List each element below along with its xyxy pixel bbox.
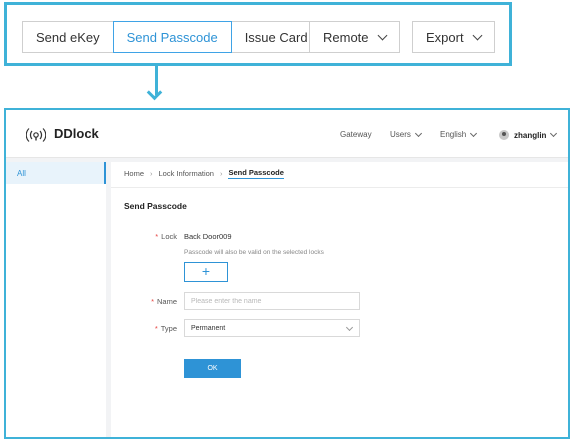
send-tabs-group: Send eKey Send Passcode Issue Card [22,21,322,53]
type-label-text: Type [160,324,177,333]
lock-hint: Passcode will also be valid on the selec… [184,249,324,256]
user-menu[interactable]: zhanglin [499,129,558,140]
chevron-down-icon [377,30,387,40]
ddlock-logo-icon [26,128,46,142]
name-label: * Name [111,297,177,306]
remote-label: Remote [323,29,369,45]
issue-card-button[interactable]: Issue Card [230,21,322,53]
avatar [499,130,509,140]
brand-name: DDlock [54,126,99,141]
send-ekey-button[interactable]: Send eKey [22,21,114,53]
chevron-right-icon: › [150,169,153,178]
arrow-down-icon [146,84,163,101]
divider [111,187,568,188]
chevron-down-icon [550,129,558,138]
lock-value: Back Door009 [184,232,232,241]
sidebar-item-all[interactable]: All [6,162,106,184]
breadcrumb-lock-information[interactable]: Lock Information [159,169,214,178]
app-window: DDlock Gateway Users English zhanglin Al… [4,108,570,439]
nav-users-label: Users [390,130,411,139]
export-dropdown[interactable]: Export [412,21,495,53]
nav-language-label: English [440,130,467,139]
lock-label: * Lock [111,232,177,241]
nav-gateway-label: Gateway [340,130,372,139]
nav-gateway[interactable]: Gateway [340,130,372,139]
name-input[interactable] [184,292,360,310]
type-select-value: Permanent [191,325,226,332]
chevron-down-icon [414,129,422,137]
nav-language[interactable]: English [440,129,478,139]
chevron-down-icon [470,129,478,137]
chevron-down-icon [345,323,354,332]
add-lock-button[interactable]: + [184,262,228,282]
ok-button[interactable]: OK [184,359,241,378]
lock-label-text: Lock [161,232,177,241]
sidebar: All [6,162,106,437]
send-passcode-button[interactable]: Send Passcode [112,21,232,53]
toolbar-callout: Send eKey Send Passcode Issue Card Remot… [4,2,512,66]
breadcrumb-current: Send Passcode [228,168,284,179]
required-mark: * [154,324,158,333]
chevron-down-icon [472,30,483,40]
nav-users[interactable]: Users [390,129,422,139]
export-label: Export [426,29,464,45]
remote-dropdown[interactable]: Remote [309,21,400,53]
main-panel: Home › Lock Information › Send Passcode … [111,162,568,437]
breadcrumb-home[interactable]: Home [124,169,144,178]
chevron-right-icon: › [219,169,223,178]
username: zhanglin [514,130,547,140]
required-mark: * [151,297,154,306]
name-label-text: Name [156,297,177,306]
required-mark: * [155,232,159,241]
page-title: Send Passcode [124,201,187,211]
type-label: * Type [111,324,177,333]
app-header: DDlock Gateway Users English zhanglin [6,110,568,158]
breadcrumb: Home › Lock Information › Send Passcode [124,168,284,179]
type-select[interactable]: Permanent [184,319,360,337]
